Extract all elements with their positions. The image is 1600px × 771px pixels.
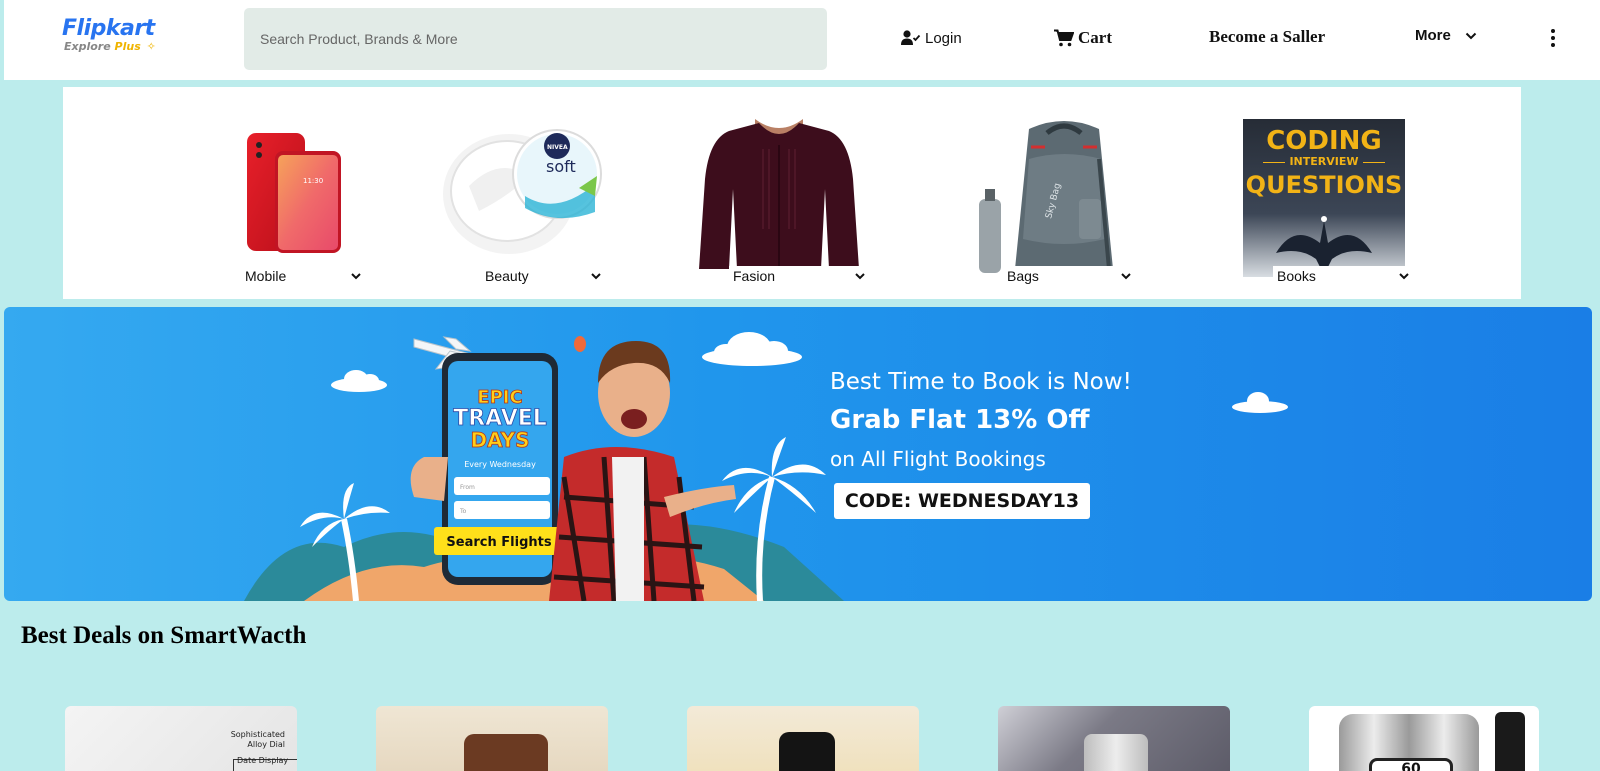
search-box <box>244 8 827 70</box>
svg-text:From: From <box>460 484 475 491</box>
banner-offer: Grab Flat 13% Off <box>830 405 1090 435</box>
category-fashion[interactable]: Fasion <box>693 87 913 299</box>
cart-icon <box>1054 29 1074 47</box>
chevron-down-icon <box>1399 273 1409 280</box>
flipkart-logo[interactable]: Flipkart Explore Plus ✧ <box>62 18 182 58</box>
category-text: Books <box>1277 268 1316 284</box>
svg-text:soft: soft <box>546 157 576 176</box>
watch-dial-text: 60 <box>1369 758 1453 771</box>
watch-feature-text: Sophisticated Alloy Dial <box>209 730 285 750</box>
product-card-watch-5[interactable]: 60 <box>1309 706 1539 771</box>
product-card-watch-1[interactable]: Sophisticated Alloy Dial Date Display <box>65 706 297 771</box>
search-input[interactable] <box>260 8 800 70</box>
top-header: Flipkart Explore Plus ✧ Login Cart Becom… <box>4 0 1600 80</box>
svg-text:DAYS: DAYS <box>470 428 529 452</box>
category-label-bags: Bags <box>1003 266 1135 286</box>
become-seller-link[interactable]: Become a Saller <box>1209 27 1325 47</box>
category-strip: 11:30 Mobile NIVEA soft Beauty Fasion Sk… <box>63 87 1521 299</box>
beauty-cream-image: NIVEA soft <box>443 129 602 254</box>
login-label: Login <box>925 29 962 47</box>
book-cover-line1: CODING <box>1266 126 1382 156</box>
category-bags[interactable]: Sky Bag Bags <box>963 87 1183 299</box>
backpack-image: Sky Bag <box>979 121 1113 273</box>
kebab-menu-icon[interactable] <box>1544 26 1562 50</box>
svg-text:11:30: 11:30 <box>303 177 323 185</box>
banner-headline: Best Time to Book is Now! <box>830 369 1132 395</box>
more-dropdown[interactable]: More <box>1415 27 1477 44</box>
chevron-down-icon <box>1121 273 1131 280</box>
login-button[interactable]: Login <box>901 27 962 49</box>
book-cover-line2-row: INTERVIEW <box>1243 155 1405 168</box>
user-check-icon <box>901 30 921 45</box>
fashion-shirt-image <box>699 119 859 269</box>
category-text: Mobile <box>245 268 287 284</box>
book-cover-image: CODING INTERVIEW QUESTIONS <box>1243 119 1405 277</box>
watch-feature-line: Sophisticated <box>230 730 285 739</box>
plus-star-icon: ✧ <box>146 40 156 53</box>
product-card-watch-2[interactable] <box>376 706 608 771</box>
book-cover-line2: INTERVIEW <box>1289 155 1359 168</box>
chevron-down-icon <box>1465 32 1477 39</box>
watch-strap-image <box>779 732 835 771</box>
category-text: Bags <box>1007 268 1039 284</box>
logo-wordmark: Flipkart <box>62 16 155 41</box>
book-cover-line3: QUESTIONS <box>1245 171 1403 199</box>
chevron-down-icon <box>855 273 865 280</box>
category-text: Beauty <box>485 268 529 284</box>
cart-label: Cart <box>1078 28 1112 47</box>
svg-text:To: To <box>459 508 467 515</box>
watch-band-image <box>1495 712 1525 771</box>
watch-strap-image <box>1084 734 1148 771</box>
banner-illustration: EPIC TRAVEL DAYS Every Wednesday From To… <box>244 332 1288 601</box>
category-text: Fasion <box>733 268 776 284</box>
product-card-watch-3[interactable] <box>687 706 919 771</box>
promo-code-badge: CODE: WEDNESDAY13 <box>834 483 1090 519</box>
category-label-fashion: Fasion <box>729 266 869 286</box>
more-label: More <box>1415 27 1451 44</box>
promo-banner[interactable]: EPIC TRAVEL DAYS Every Wednesday From To… <box>4 307 1592 601</box>
mobile-phone-image: 11:30 <box>247 133 341 253</box>
banner-subtext: on All Flight Bookings <box>830 447 1046 471</box>
svg-text:Search Flights: Search Flights <box>446 535 551 550</box>
logo-tagline: Explore Plus ✧ <box>64 40 182 54</box>
watch-feature-line: Date Display <box>237 756 289 765</box>
watch-strap-image <box>464 734 548 771</box>
category-label-books: Books <box>1273 266 1413 286</box>
cart-button[interactable]: Cart <box>1054 26 1112 50</box>
svg-text:NIVEA: NIVEA <box>547 144 568 151</box>
category-label-mobile: Mobile <box>243 266 365 286</box>
chevron-down-icon <box>351 273 361 280</box>
category-mobile[interactable]: 11:30 Mobile <box>173 87 373 299</box>
category-label-beauty: Beauty <box>483 266 605 286</box>
category-beauty[interactable]: NIVEA soft Beauty <box>433 87 653 299</box>
logo-explore-text: Explore <box>64 40 111 53</box>
svg-text:Every Wednesday: Every Wednesday <box>464 460 536 469</box>
category-books[interactable]: CODING INTERVIEW QUESTIONS Books <box>1243 87 1463 299</box>
watch-feature-line: Alloy Dial <box>247 740 285 749</box>
product-card-watch-4[interactable] <box>998 706 1230 771</box>
section-title: Best Deals on SmartWacth <box>21 622 307 649</box>
logo-plus-text: Plus <box>114 40 141 53</box>
svg-text:EPIC: EPIC <box>477 387 522 408</box>
chevron-down-icon <box>591 273 601 280</box>
